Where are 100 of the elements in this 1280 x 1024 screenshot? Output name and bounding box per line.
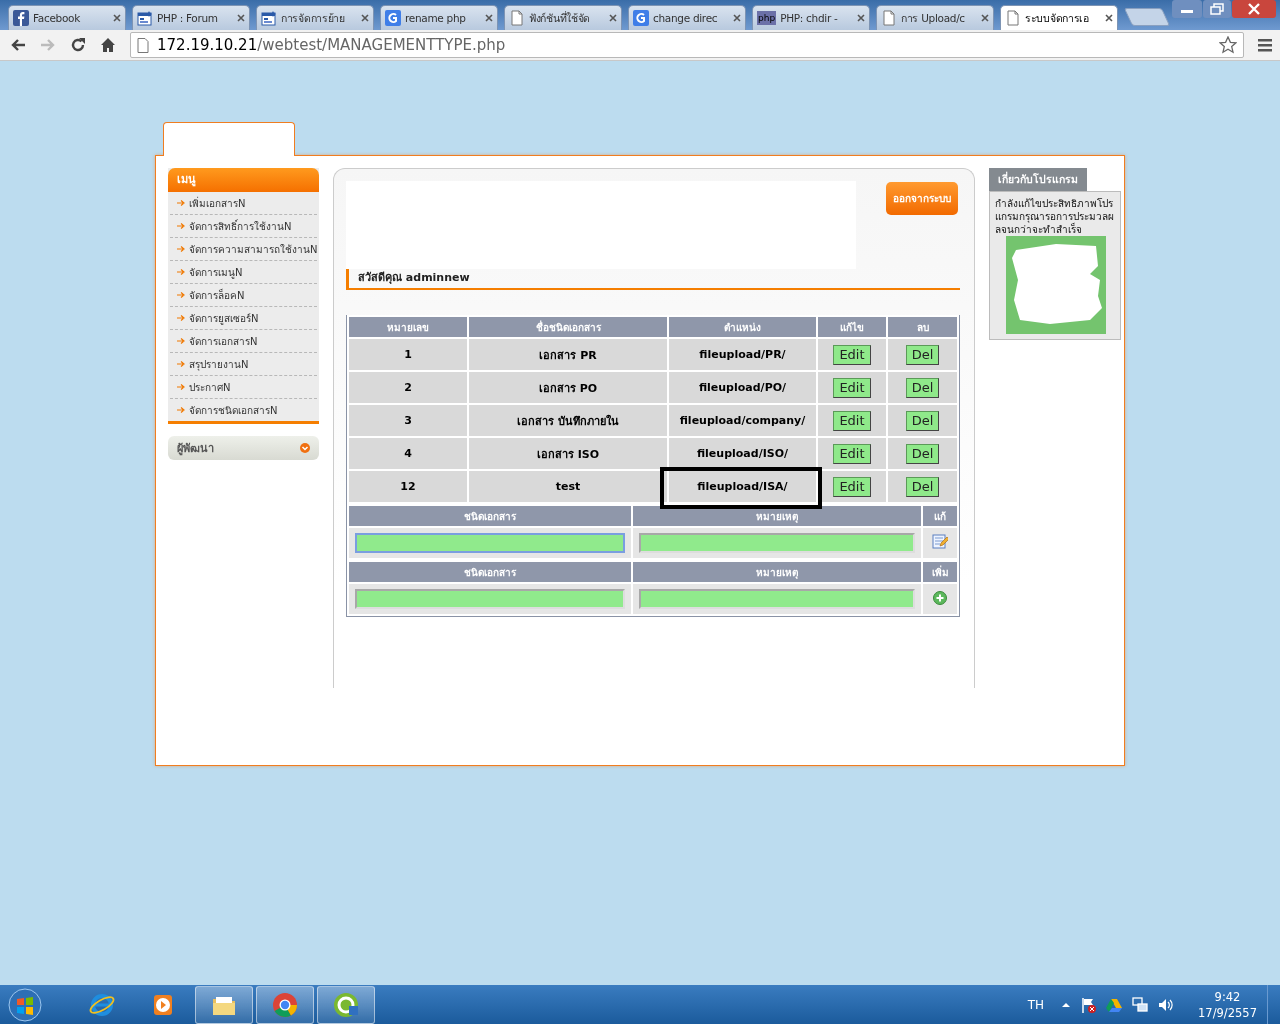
flag-icon[interactable]: [1080, 996, 1097, 1013]
table-cell: fileupload/PO/: [669, 372, 816, 403]
edit-icon[interactable]: [932, 533, 948, 549]
home-icon[interactable]: [100, 37, 116, 53]
clock[interactable]: 9:42 17/9/2557: [1198, 988, 1257, 1021]
table-cell: เอกสาร ISO: [469, 438, 667, 469]
browser-tab[interactable]: rename php: [380, 5, 498, 30]
input-field[interactable]: [355, 589, 625, 610]
edit-button[interactable]: Edit: [833, 410, 871, 431]
delete-button[interactable]: Del: [905, 377, 940, 398]
table-cell: 3: [349, 405, 467, 436]
restore-button[interactable]: [1203, 0, 1231, 18]
page-icon: [137, 37, 149, 53]
arrow-icon: [177, 246, 185, 252]
close-icon[interactable]: [609, 14, 617, 22]
menu-link[interactable]: จัดการความสามารถใช้งานN: [189, 241, 318, 257]
menu-icon[interactable]: [1258, 38, 1272, 52]
input-field[interactable]: [639, 589, 915, 610]
developer-section[interactable]: ผู้พัฒนา: [168, 436, 319, 460]
taskbar-button[interactable]: [256, 985, 314, 1024]
close-icon[interactable]: [1105, 14, 1113, 22]
table-cell: 4: [349, 438, 467, 469]
close-icon[interactable]: [733, 14, 741, 22]
column-header: หมายเหตุ: [633, 562, 921, 582]
page-icon: [1005, 10, 1021, 26]
menu-link[interactable]: สรุปรายงานN: [189, 356, 249, 372]
minimize-button[interactable]: [1172, 0, 1202, 18]
menu-link[interactable]: เพิ่มเอกสารN: [189, 195, 246, 211]
address-bar[interactable]: 172.19.10.21/webtest/MANAGEMENTTYPE.php: [130, 32, 1244, 58]
browser-tab[interactable]: การ Upload/c: [876, 5, 994, 30]
menu-link[interactable]: จัดการเมนูN: [189, 264, 243, 280]
reload-icon[interactable]: [70, 37, 86, 53]
delete-button[interactable]: Del: [905, 344, 940, 365]
close-icon[interactable]: [237, 14, 245, 22]
close-icon[interactable]: [361, 14, 369, 22]
input-field[interactable]: [639, 533, 915, 554]
menu-link[interactable]: จัดการยูสเซอร์N: [189, 310, 259, 326]
table-cell: fileupload/ISO/: [669, 438, 816, 469]
browser-tab[interactable]: ฟังก์ชันที่ใช้จัด: [504, 5, 622, 30]
column-header: แก้ไข: [818, 317, 886, 337]
close-icon[interactable]: [485, 14, 493, 22]
browser-tab[interactable]: Facebook: [8, 5, 126, 30]
column-header: เพิ่ม: [923, 562, 957, 582]
input-field[interactable]: [355, 533, 625, 554]
edit-button[interactable]: Edit: [833, 443, 871, 464]
table-cell: เอกสาร PO: [469, 372, 667, 403]
table-cell: test: [469, 471, 667, 502]
delete-button[interactable]: Del: [905, 410, 940, 431]
add-icon[interactable]: [933, 590, 947, 605]
menu-link[interactable]: จัดการล็อคN: [189, 287, 245, 303]
browser-tab[interactable]: php PHP: chdir -: [752, 5, 870, 30]
close-icon[interactable]: [857, 14, 865, 22]
edit-button[interactable]: Edit: [833, 377, 871, 398]
url-text: 172.19.10.21/webtest/MANAGEMENTTYPE.php: [157, 36, 506, 54]
language-indicator[interactable]: TH: [1027, 997, 1045, 1012]
menu-link[interactable]: ประกาศN: [189, 379, 231, 395]
column-header: ลบ: [888, 317, 957, 337]
caret-icon[interactable]: [1062, 1001, 1071, 1008]
column-header: ตำแหน่ง: [669, 317, 816, 337]
greeting-text: สวัสดีคุณ adminnew: [346, 271, 960, 290]
table-cell: fileupload/PR/: [669, 339, 816, 370]
browser-tab[interactable]: PHP : Forum: [132, 5, 250, 30]
edit-button[interactable]: Edit: [833, 476, 871, 497]
arrow-icon: [177, 315, 185, 321]
start-button[interactable]: [8, 987, 42, 1022]
browser-tab[interactable]: ระบบจัดการเอ: [1000, 5, 1118, 30]
column-header: ชนิดเอกสาร: [349, 562, 631, 582]
delete-button[interactable]: Del: [905, 476, 940, 497]
column-header: ชื่อชนิดเอกสาร: [469, 317, 667, 337]
close-button[interactable]: [1232, 0, 1276, 18]
menu-link[interactable]: จัดการเอกสารN: [189, 333, 258, 349]
delete-button[interactable]: Del: [905, 443, 940, 464]
menu-link[interactable]: จัดการชนิดเอกสารN: [189, 402, 278, 418]
arrow-icon: [177, 223, 185, 229]
arrow-icon: [177, 338, 185, 344]
drive-icon[interactable]: [1106, 996, 1123, 1013]
taskbar-button[interactable]: [317, 985, 375, 1024]
back-icon[interactable]: [10, 37, 26, 53]
chrome-icon: [271, 990, 299, 1019]
arrow-icon: [177, 384, 185, 390]
network-icon[interactable]: [1132, 996, 1149, 1013]
forum-icon: [261, 10, 277, 26]
menu-title: เมนู: [168, 168, 319, 192]
edit-button[interactable]: Edit: [833, 344, 871, 365]
about-text: กำลังแก้ไขประสิทธิภาพโปรแกรมกรุณารอการประมวลผลจนกว่าจะทำสำเร็จ: [995, 197, 1115, 236]
browser-tab[interactable]: change direc: [628, 5, 746, 30]
forum-icon: [137, 10, 153, 26]
php-icon: php: [757, 11, 777, 25]
close-icon[interactable]: [113, 14, 121, 22]
arrow-icon: [177, 361, 185, 367]
browser-tab[interactable]: การจัดการย้าย: [256, 5, 374, 30]
globe-icon: [332, 990, 360, 1019]
star-icon[interactable]: [1219, 36, 1237, 54]
taskbar-button[interactable]: [195, 985, 253, 1024]
close-icon[interactable]: [981, 14, 989, 22]
column-header: ชนิดเอกสาร: [349, 506, 631, 526]
table-cell: เอกสาร บันทึกภายใน: [469, 405, 667, 436]
table-cell: 12: [349, 471, 467, 502]
menu-link[interactable]: จัดการสิทธิ์การใช้งานN: [189, 218, 292, 234]
new-tab-button[interactable]: [1123, 8, 1171, 26]
